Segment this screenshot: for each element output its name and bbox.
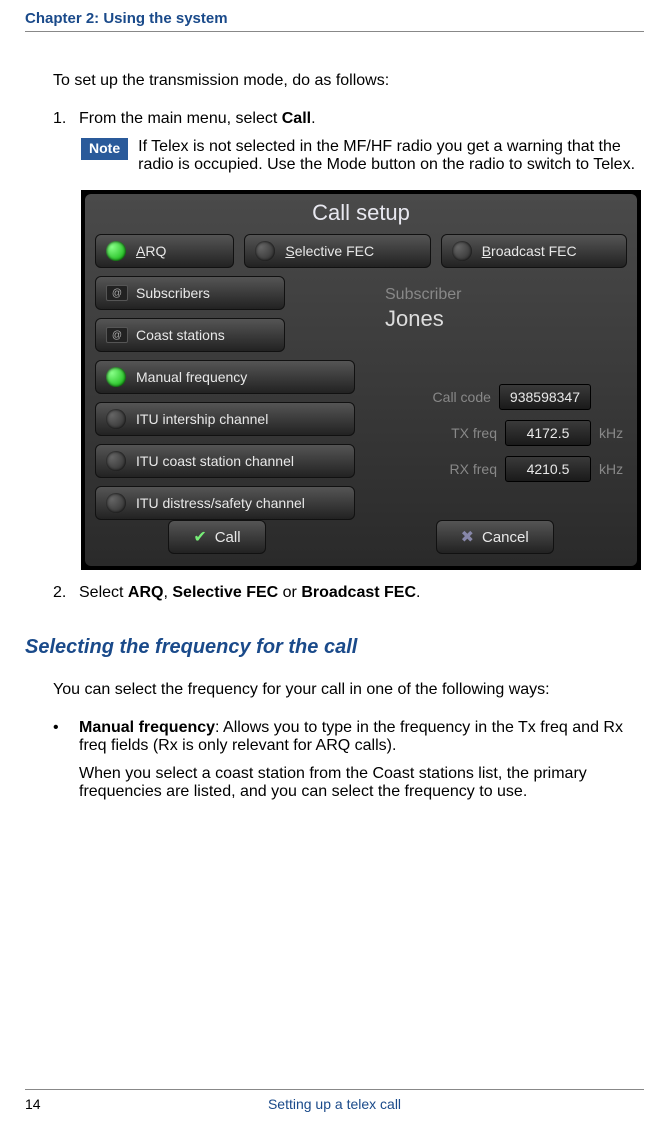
step1-suffix: . <box>311 110 315 127</box>
broadcast-fec-button[interactable]: Broadcast FEC <box>441 234 627 268</box>
chapter-header: Chapter 2: Using the system <box>25 0 644 32</box>
rx-freq-value[interactable]: 4210.5 <box>505 456 591 482</box>
tx-freq-value[interactable]: 4172.5 <box>505 420 591 446</box>
broadcast-fec-label: Broadcast FEC <box>482 243 577 259</box>
tx-freq-label: TX freq <box>451 425 497 441</box>
step2-b3: Broadcast FEC <box>301 584 416 601</box>
card-icon: @ <box>106 285 128 301</box>
note-text: If Telex is not selected in the MF/HF ra… <box>138 138 644 174</box>
selective-fec-button[interactable]: Selective FEC <box>244 234 430 268</box>
step2-sep2: or <box>278 584 301 601</box>
section-heading: Selecting the frequency for the call <box>25 636 644 659</box>
coast-stations-label: Coast stations <box>136 327 225 343</box>
tx-freq-unit: kHz <box>599 425 623 441</box>
subscriber-label: Subscriber <box>385 286 461 304</box>
call-code-row: Call code 938598347 <box>393 384 623 410</box>
indicator-icon <box>106 451 126 471</box>
bullet-marker: • <box>53 719 79 755</box>
step1-bold: Call <box>282 110 311 127</box>
selective-fec-label: Selective FEC <box>285 243 374 259</box>
step2-suffix: . <box>416 584 420 601</box>
rx-freq-label: RX freq <box>450 461 497 477</box>
bullet-continuation: When you select a coast station from the… <box>79 765 644 801</box>
cancel-icon: ✖ <box>461 527 474 547</box>
card-icon: @ <box>106 327 128 343</box>
call-button-label: Call <box>215 529 241 546</box>
itu-coast-label: ITU coast station channel <box>136 453 294 469</box>
call-code-value[interactable]: 938598347 <box>499 384 591 410</box>
screenshot-container: Call setup ARQ Selective FEC Broadcast F… <box>81 190 644 570</box>
step2-b1: ARQ <box>128 584 164 601</box>
step-1: 1. From the main menu, select Call. <box>53 110 644 128</box>
note-block: Note If Telex is not selected in the MF/… <box>81 138 644 174</box>
subscribers-label: Subscribers <box>136 285 210 301</box>
step1-prefix: From the main menu, select <box>79 110 282 127</box>
footer-title: Setting up a telex call <box>268 1096 401 1112</box>
page-number: 14 <box>25 1096 41 1112</box>
indicator-icon <box>106 367 126 387</box>
manual-frequency-button[interactable]: Manual frequency <box>95 360 355 394</box>
step2-b2: Selective FEC <box>172 584 278 601</box>
arq-button[interactable]: ARQ <box>95 234 234 268</box>
note-badge: Note <box>81 138 128 160</box>
subscriber-name: Jones <box>385 306 461 332</box>
itu-coast-button[interactable]: ITU coast station channel <box>95 444 355 478</box>
itu-distress-button[interactable]: ITU distress/safety channel <box>95 486 355 520</box>
rx-freq-row: RX freq 4210.5 kHz <box>393 456 623 482</box>
coast-stations-button[interactable]: @ Coast stations <box>95 318 285 352</box>
bullet-body: Manual frequency: Allows you to type in … <box>79 719 644 755</box>
arq-label: ARQ <box>136 243 166 259</box>
intro-text: To set up the transmission mode, do as f… <box>53 72 644 90</box>
check-icon: ✔ <box>193 527 206 547</box>
page-footer: 14 Setting up a telex call <box>25 1089 644 1112</box>
step-body: From the main menu, select Call. <box>79 110 644 128</box>
step2-prefix: Select <box>79 584 128 601</box>
call-button[interactable]: ✔ Call <box>168 520 265 554</box>
indicator-icon <box>255 241 275 261</box>
itu-intership-label: ITU intership channel <box>136 411 268 427</box>
indicator-icon <box>452 241 472 261</box>
section-intro: You can select the frequency for your ca… <box>53 681 644 699</box>
indicator-icon <box>106 493 126 513</box>
cancel-button-label: Cancel <box>482 529 529 546</box>
bullet-item: • Manual frequency: Allows you to type i… <box>53 719 644 755</box>
cancel-button[interactable]: ✖ Cancel <box>436 520 554 554</box>
indicator-icon <box>106 241 126 261</box>
manual-frequency-label: Manual frequency <box>136 369 247 385</box>
bullet-bold: Manual frequency <box>79 719 215 736</box>
itu-intership-button[interactable]: ITU intership channel <box>95 402 355 436</box>
step-number: 2. <box>53 584 79 602</box>
screenshot-title: Call setup <box>85 194 637 234</box>
call-code-label: Call code <box>433 389 491 405</box>
step-2: 2. Select ARQ, Selective FEC or Broadcas… <box>53 584 644 602</box>
tx-freq-row: TX freq 4172.5 kHz <box>393 420 623 446</box>
subscribers-button[interactable]: @ Subscribers <box>95 276 285 310</box>
call-setup-screenshot: Call setup ARQ Selective FEC Broadcast F… <box>81 190 641 570</box>
rx-freq-unit: kHz <box>599 461 623 477</box>
indicator-icon <box>106 409 126 429</box>
step-number: 1. <box>53 110 79 128</box>
step-body: Select ARQ, Selective FEC or Broadcast F… <box>79 584 644 602</box>
itu-distress-label: ITU distress/safety channel <box>136 495 305 511</box>
subscriber-display: Subscriber Jones <box>385 286 461 332</box>
